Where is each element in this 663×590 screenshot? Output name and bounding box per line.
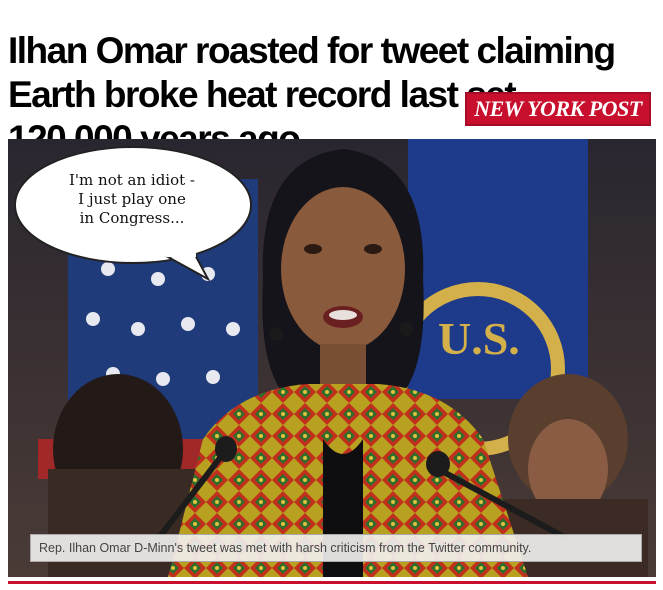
speech-bubble-text: I'm not an idiot - I just play one in Co…	[32, 171, 232, 228]
new-york-post-logo[interactable]: NEW YORK POST	[465, 92, 651, 126]
headline-line-1: Ilhan Omar roasted for tweet claiming	[8, 29, 616, 71]
caption-text: Rep. Ilhan Omar D-Minn's tweet was met w…	[39, 541, 532, 555]
bubble-line-2: I just play one	[78, 190, 186, 208]
bubble-line-3: in Congress...	[79, 209, 185, 227]
logo-text: NEW YORK POST	[474, 96, 642, 121]
article-photo: U.S. I'm not an idiot - I just play one …	[8, 139, 656, 577]
divider	[8, 581, 656, 584]
bubble-line-1: I'm not an idiot -	[69, 171, 195, 189]
photo-caption: Rep. Ilhan Omar D-Minn's tweet was met w…	[30, 534, 642, 562]
svg-text:U.S.: U.S.	[438, 313, 520, 364]
